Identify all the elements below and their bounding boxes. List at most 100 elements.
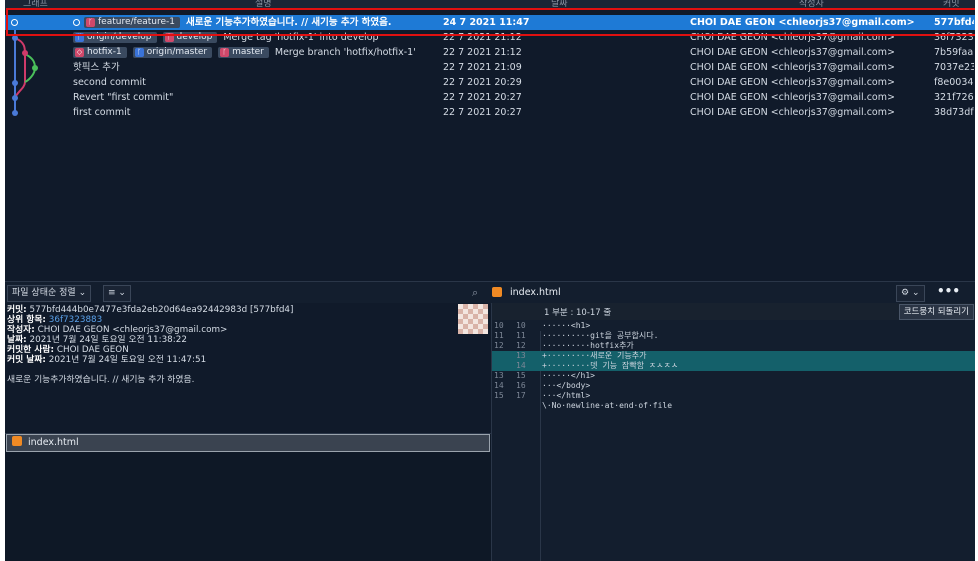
commit-row[interactable]: 핫픽스 추가 22 7 2021 21:09 CHOI DAE GEON <chle… (5, 60, 975, 75)
file-toolbar: 파일 상태순 정렬 ⌄ ≡ ⌄ ⌕ index.html ⚙ ⌄ ••• (5, 281, 975, 304)
old-line-number: 14 (494, 381, 504, 390)
ref-name: master (232, 47, 264, 57)
commit-date: 22 7 2021 21:09 (443, 62, 522, 73)
commit-date: 24 7 2021 11:47 (443, 17, 530, 28)
commit-row[interactable]: ᚴ feature/feature-1 새로운 기능추가하였습니다. // 새기능 … (5, 15, 975, 30)
parent-link[interactable]: 36f7323883 (49, 315, 102, 325)
diff-line[interactable]: \·No·newline·at·end·of·file (492, 401, 975, 411)
diff-line[interactable]: 14 16 ···</body> (492, 381, 975, 391)
ref-label[interactable]: ᚴ origin/develop (73, 32, 157, 43)
code-text: ··········hotfix추가 (542, 341, 634, 350)
commit-date: 22 7 2021 20:27 (443, 107, 522, 118)
commit-author: CHOI DAE GEON <chleorjs37@gmail.com> (690, 77, 895, 88)
commit-message: 핫픽스 추가 (73, 62, 120, 73)
commit-date: 22 7 2021 20:27 (443, 92, 522, 103)
date-value: 2021년 7월 24일 토요일 오전 11:38:22 (29, 335, 187, 345)
code-text: \·No·newline·at·end·of·file (542, 401, 673, 410)
diff-settings-button[interactable]: ⚙ ⌄ (896, 285, 925, 302)
chevron-down-icon: ⌄ (78, 288, 87, 298)
commit-date-value: 2021년 7월 24일 토요일 오전 11:47:51 (48, 355, 207, 365)
old-line-number: 12 (494, 341, 504, 350)
commit-author: CHOI DAE GEON <chleorjs37@gmail.com> (690, 47, 895, 58)
parent-label: 상위 항목: (7, 315, 46, 325)
commit-author: CHOI DAE GEON <chleorjs37@gmail.com> (690, 92, 895, 103)
col-author[interactable]: 작성자 (799, 0, 824, 9)
commit-hash: 38d73df (934, 107, 974, 118)
new-line-number: 14 (516, 361, 526, 370)
file-item-index-html[interactable]: index.html (6, 434, 490, 452)
diff-line[interactable]: 10 10 ······<h1> (492, 321, 975, 331)
chevron-down-icon: ⌄ (911, 288, 920, 298)
diff-line[interactable]: 12 12 ··········hotfix추가 (492, 341, 975, 351)
new-line-number: 13 (516, 351, 526, 360)
commit-hash-value[interactable]: 577bfd444b0e7477e3fda2eb20d64ea92442983d… (30, 305, 294, 315)
author-value: CHOI DAE GEON <chleorjs37@gmail.com> (37, 325, 228, 335)
revert-hunk-button[interactable]: 코드뭉치 되돌리기 (898, 304, 974, 320)
commit-author: CHOI DAE GEON <chleorjs37@gmail.com> (690, 107, 895, 118)
commit-row[interactable]: Revert "first commit" 22 7 2021 20:27 CHOI… (5, 90, 975, 105)
commit-row[interactable]: first commit 22 7 2021 20:27 CHOI DAE GEON… (5, 105, 975, 120)
revert-hunk-label: 코드뭉치 되돌리기 (903, 307, 969, 317)
branch-icon: ᚴ (86, 18, 95, 27)
diff-panel: 1 부분 : 10-17 줄 코드뭉치 되돌리기 10 10 ······<h1> 1… (491, 303, 975, 561)
new-line-number: 11 (516, 331, 526, 340)
ref-label[interactable]: ᚴ feature/feature-1 (84, 17, 180, 28)
commit-hash: 36f7323 (934, 32, 974, 43)
commit-description: ᚴ origin/develop ᚴ develop Merge tag 'hotfix… (73, 30, 443, 45)
commit-info: 커밋: 577bfd444b0e7477e3fda2eb20d64ea92442… (7, 305, 293, 385)
ref-label[interactable]: ᚴ master (218, 47, 269, 58)
code-text: +·········새로운 기능추가 (542, 351, 647, 360)
commit-message: second commit (73, 77, 146, 88)
diff-line-added[interactable]: 13 +·········새로운 기능추가 (492, 351, 975, 361)
tag-icon: ◇ (75, 48, 84, 57)
commit-row[interactable]: ᚴ origin/develop ᚴ develop Merge tag 'hotfix… (5, 30, 975, 45)
avatar (458, 304, 488, 334)
search-icon[interactable]: ⌕ (472, 286, 478, 300)
view-mode-dropdown[interactable]: ≡ ⌄ (103, 285, 131, 302)
commit-hash: 577bfd4 (934, 17, 974, 28)
head-indicator-icon (73, 19, 80, 26)
commit-row[interactable]: second commit 22 7 2021 20:29 CHOI DAE GEO… (5, 75, 975, 90)
ref-name: feature/feature-1 (98, 17, 175, 27)
commit-date: 22 7 2021 21:12 (443, 32, 522, 43)
col-description[interactable]: 설명 (255, 0, 272, 9)
sourcetree-window: 그래프 설명 날짜 작성자 커밋 ᚴ feature/feature-1 새로운 기… (5, 0, 975, 561)
diff-line[interactable]: 15 17 ···</html> (492, 391, 975, 401)
more-options-icon[interactable]: ••• (937, 284, 960, 298)
old-line-number: 11 (494, 331, 504, 340)
new-line-number: 12 (516, 341, 526, 350)
ref-name: hotfix-1 (87, 47, 122, 57)
old-line-number: 13 (494, 371, 504, 380)
sort-dropdown[interactable]: 파일 상태순 정렬 ⌄ (7, 285, 92, 302)
branch-icon: ᚴ (164, 33, 174, 42)
committer-label: 커밋한 사람: (7, 345, 55, 355)
diff-line-added[interactable]: 14 +·········뎃 기능 잠빡함 ㅈㅅㅈㅅ (492, 361, 975, 371)
commit-hash: 7037e23 (934, 62, 974, 73)
commit-description: ◇ hotfix-1 ᚴ origin/master ᚴ master Merge bran… (73, 45, 443, 60)
remote-icon: ᚴ (75, 33, 84, 42)
commit-message: Revert "first commit" (73, 92, 174, 103)
diff-line[interactable]: 11 11 ··········git을 공부합시다. (492, 331, 975, 341)
commit-message: 새로운 기능추가하였습니다. // 새기능 추가 하였음. (186, 17, 392, 28)
col-date[interactable]: 날짜 (551, 0, 568, 9)
remote-icon: ᚴ (134, 48, 144, 57)
col-graph[interactable]: 그래프 (23, 0, 48, 9)
ref-label[interactable]: ᚴ origin/master (132, 47, 213, 58)
ref-label[interactable]: ᚴ develop (162, 32, 218, 43)
commit-label: 커밋: (7, 305, 27, 315)
new-line-number: 17 (516, 391, 526, 400)
diff-line[interactable]: 13 15 ······</h1> (492, 371, 975, 381)
commit-row[interactable]: ◇ hotfix-1 ᚴ origin/master ᚴ master Merge bran… (5, 45, 975, 60)
commit-date: 22 7 2021 20:29 (443, 77, 522, 88)
col-commit[interactable]: 커밋 (943, 0, 960, 9)
ref-name: origin/master (146, 47, 208, 57)
date-label: 날짜: (7, 335, 27, 345)
commit-description: second commit (73, 75, 443, 90)
html-file-icon (12, 436, 22, 446)
list-view-icon: ≡ (108, 288, 116, 298)
commit-description: first commit (73, 105, 443, 120)
ref-label[interactable]: ◇ hotfix-1 (73, 47, 127, 58)
chevron-down-icon: ⌄ (118, 288, 126, 298)
commit-message: 새로운 기능추가하였습니다. // 새기능 추가 하였음. (7, 375, 195, 385)
code-text: ···</html> (542, 391, 591, 400)
